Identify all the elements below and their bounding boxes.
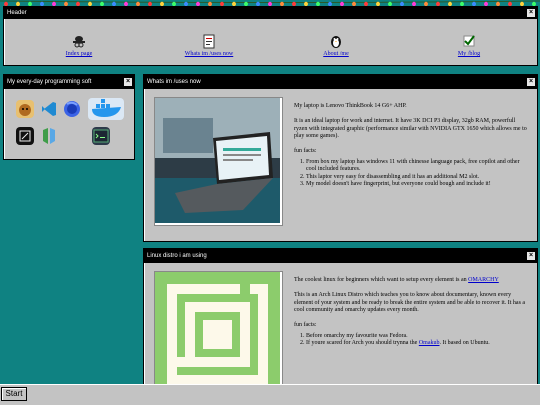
omakub-link[interactable]: Omakub <box>419 340 440 346</box>
nav-index[interactable]: Index page <box>54 33 104 57</box>
uses-text: My laptop is Lenovo ThinkBook 14 G6+ AHP… <box>294 103 529 189</box>
distro-fun-facts-label: fun facts: <box>294 322 317 328</box>
uses-fact-2: This laptor very easy for disassembling … <box>306 174 529 182</box>
distro-fact-2: If youre scared for Arch you should tryn… <box>306 340 529 348</box>
docker-icon[interactable] <box>88 98 124 120</box>
distro-title: Linux distro i am using <box>147 253 207 259</box>
software-title: My every-day programming soft <box>7 79 92 85</box>
uses-paragraph-1: My laptop is Lenovo ThinkBook 14 G6+ AHP… <box>294 103 407 109</box>
close-button[interactable]: × <box>124 78 132 86</box>
distro-fact-1: Before omarchy my favourite was Fedora. <box>306 333 529 341</box>
uses-title: Whats im /uses now <box>147 79 201 85</box>
distro-text: The coolest linux for beginners which wa… <box>294 277 529 348</box>
distro-fact-2-text: If youre scared for Arch you should tryn… <box>306 340 419 346</box>
nav-label: Whats im /uses now <box>184 51 234 57</box>
dog-icon[interactable] <box>16 100 34 118</box>
uses-fact-1: From box my laptop has windows 11 with c… <box>306 159 529 174</box>
distro-paragraph-1: The coolest linux for beginners which wa… <box>294 277 469 283</box>
uses-fun-facts-label: fun facts: <box>294 148 317 154</box>
nav-uses[interactable]: Whats im /uses now <box>179 33 239 57</box>
uses-window: Whats im /uses now × My laptop is Lenovo… <box>143 74 538 242</box>
nav-label: My /blog <box>457 51 481 57</box>
spy-hat-icon <box>73 36 85 48</box>
laptop-photo <box>154 97 283 226</box>
distro-fact-2-suffix: . It based on Ubuntu. <box>439 340 490 346</box>
uses-titlebar[interactable]: Whats im /uses now × <box>144 75 537 89</box>
neovim-icon[interactable] <box>40 127 58 145</box>
checkmark-icon <box>463 35 475 47</box>
omarchy-logo <box>154 271 283 398</box>
nav-label: Index page <box>65 51 93 57</box>
start-button[interactable]: Start <box>1 387 27 401</box>
uses-fact-3: My model doesn't have fingerprint, but e… <box>306 181 529 189</box>
software-titlebar[interactable]: My every-day programming soft × <box>4 75 134 89</box>
distro-window: Linux distro i am using × The coolest li… <box>143 248 538 398</box>
uses-paragraph-2: It is an ideal laptop for work and inter… <box>294 118 527 139</box>
close-button[interactable]: × <box>527 252 535 260</box>
close-button[interactable]: × <box>527 9 535 17</box>
distro-titlebar[interactable]: Linux distro i am using × <box>144 249 537 263</box>
nav-about[interactable]: About /me <box>316 33 356 57</box>
penguin-icon <box>331 36 341 48</box>
vscode-icon[interactable] <box>40 100 58 118</box>
distro-paragraph-2: This is an Arch Linux Distro which teach… <box>294 292 526 313</box>
taskbar <box>0 384 540 405</box>
omarchy-link[interactable]: OMARCHY <box>468 277 499 283</box>
software-window: My every-day programming soft × <box>3 74 135 160</box>
close-button[interactable]: × <box>527 78 535 86</box>
header-titlebar[interactable]: Header × <box>4 7 537 19</box>
nav-blog[interactable]: My /blog <box>449 33 489 57</box>
nav-label: About /me <box>323 51 349 57</box>
header-title: Header <box>7 10 27 16</box>
zed-icon[interactable] <box>16 127 34 145</box>
notepad-icon <box>203 34 215 49</box>
header-window: Header × Index page Whats im /uses now A… <box>3 6 538 66</box>
terminal-icon[interactable] <box>92 127 110 145</box>
firefox-icon[interactable] <box>63 100 81 118</box>
